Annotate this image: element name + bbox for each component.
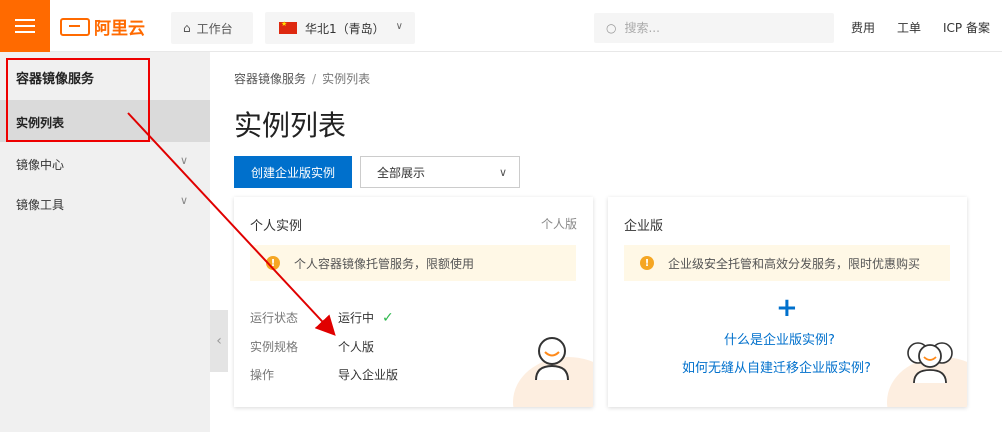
annotation-highlight-box [6,58,150,142]
status-text: 运行中 [338,311,375,325]
action-key: 操作 [250,368,275,382]
sidebar-collapse-handle[interactable]: ‹ [210,310,228,372]
chevron-down-icon: ∨ [180,194,189,207]
notice-text: 个人容器镜像托管服务，限额使用 [294,256,475,271]
sidebar-item-image-center[interactable]: 镜像中心 ∨ [0,146,210,182]
instance-filter-select[interactable]: 全部展示 ∨ [360,156,520,188]
page-title: 实例列表 [234,109,347,142]
personal-instance-card: 个人实例 个人版 ! 个人容器镜像托管服务，限额使用 运行状态 运行中 ✓ 实例规… [234,197,593,407]
person-icon [535,337,569,381]
search-input[interactable] [624,21,805,35]
warning-icon: ! [266,256,280,270]
group-icon [907,342,953,383]
workbench-button[interactable]: ⌂ 工作台 [171,12,253,44]
chevron-down-icon: ∨ [180,154,189,167]
china-flag-icon [279,20,297,34]
edition-tag: 个人版 [540,217,577,231]
chevron-left-icon: ‹ [216,333,222,349]
search-icon: ○ [606,21,617,35]
sidebar-item-label: 镜像中心 [16,158,65,172]
aliyun-logo-icon [60,17,90,36]
sidebar-item-label: 镜像工具 [16,198,65,212]
top-bar: 阿里云 ⌂ 工作台 华北1（青岛） ∨ ○ 费用 工单 ICP 备案 [0,0,1002,52]
enterprise-instance-card: 企业版 ! 企业级安全托管和高效分发服务，限时优惠购买 + 什么是企业版实例? … [608,197,967,407]
brand-logo[interactable]: 阿里云 [60,14,145,39]
filter-value: 全部展示 [377,165,426,180]
card-title: 企业版 [624,219,664,234]
spec-key: 实例规格 [250,340,299,354]
brand-name: 阿里云 [94,19,145,39]
breadcrumb-current: 实例列表 [322,72,371,86]
link-tickets[interactable]: 工单 [897,19,921,36]
status-key: 运行状态 [250,311,299,325]
card-title: 个人实例 [250,219,303,234]
breadcrumb: 容器镜像服务 / 实例列表 [234,70,370,87]
create-enterprise-instance-button[interactable]: 创建企业版实例 [234,156,352,188]
notice-text: 企业级安全托管和高效分发服务，限时优惠购买 [668,256,921,271]
status-value: 运行中 ✓ [338,309,394,326]
breadcrumb-root[interactable]: 容器镜像服务 [234,72,306,86]
chevron-down-icon: ∨ [395,21,403,32]
link-billing[interactable]: 费用 [851,19,875,36]
check-icon: ✓ [382,310,394,326]
warning-icon: ! [640,256,654,270]
import-enterprise-link[interactable]: 导入企业版 [338,366,398,383]
home-icon: ⌂ [183,21,191,35]
sidebar-item-image-tools[interactable]: 镜像工具 ∨ [0,186,210,222]
plus-icon[interactable]: + [776,293,798,323]
notice-banner: ! 企业级安全托管和高效分发服务，限时优惠购买 [624,245,950,281]
breadcrumb-separator: / [312,72,317,86]
link-icp[interactable]: ICP 备案 [943,19,990,36]
top-links: 费用 工单 ICP 备案 [851,19,990,36]
region-selector[interactable]: 华北1（青岛） ∨ [265,12,415,44]
workbench-label: 工作台 [196,21,233,36]
region-label: 华北1（青岛） [305,21,385,36]
chevron-down-icon: ∨ [498,166,507,179]
search-box[interactable]: ○ [594,13,834,43]
spec-value: 个人版 [338,340,375,354]
menu-icon[interactable] [0,0,50,52]
notice-banner: ! 个人容器镜像托管服务，限额使用 [250,245,576,281]
migrate-enterprise-link[interactable]: 如何无缝从自建迁移企业版实例? [682,357,871,376]
what-is-enterprise-link[interactable]: 什么是企业版实例? [724,329,835,348]
